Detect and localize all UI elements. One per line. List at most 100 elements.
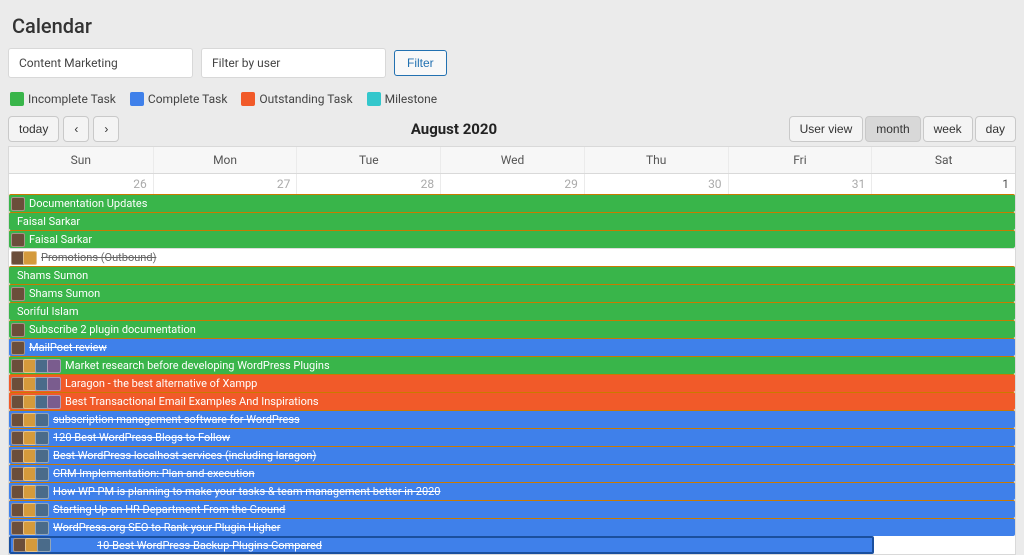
event-bar[interactable]: Promotions (Outbound)	[9, 248, 1015, 266]
avatar	[35, 449, 49, 463]
avatar-stack	[11, 485, 47, 499]
legend-label-complete: Complete Task	[148, 92, 228, 106]
avatar	[37, 538, 51, 552]
prev-button[interactable]: ‹	[63, 116, 89, 142]
avatar-stack	[11, 251, 35, 265]
avatar-stack	[11, 503, 47, 517]
event-bar[interactable]: Best Transactional Email Examples And In…	[9, 392, 1015, 410]
page-title: Calendar	[12, 14, 1016, 38]
event-label: Shams Sumon	[25, 287, 100, 300]
date-cell[interactable]: 26	[9, 174, 153, 194]
avatar	[11, 341, 25, 355]
event-bar[interactable]: Documentation Updates	[9, 194, 1015, 212]
avatar	[35, 521, 49, 535]
date-cell[interactable]: 29	[440, 174, 584, 194]
avatar-stack	[11, 377, 59, 391]
event-bar[interactable]: Laragon - the best alternative of Xampp	[9, 374, 1015, 392]
event-label: Documentation Updates	[25, 197, 147, 210]
event-bar[interactable]: 120 Best WordPress Blogs to Follow	[9, 428, 1015, 446]
period-label: August 2020	[119, 120, 788, 138]
week-view-button[interactable]: week	[923, 116, 973, 142]
event-bar[interactable]: Faisal Sarkar	[9, 212, 1015, 230]
weekday-header: Fri	[728, 147, 872, 173]
event-label: 10 Best WordPress Backup Plugins Compare…	[51, 539, 322, 552]
date-cell[interactable]: 31	[728, 174, 872, 194]
avatar	[47, 359, 61, 373]
event-bar[interactable]: Faisal Sarkar	[9, 230, 1015, 248]
avatar	[47, 377, 61, 391]
avatar-stack	[11, 467, 47, 481]
avatar	[47, 395, 61, 409]
event-label: 120 Best WordPress Blogs to Follow	[49, 431, 230, 444]
event-bar[interactable]: Market research before developing WordPr…	[9, 356, 1015, 374]
user-view-button[interactable]: User view	[789, 116, 864, 142]
weekday-header: Mon	[153, 147, 297, 173]
next-button[interactable]: ›	[93, 116, 119, 142]
avatar-stack	[13, 538, 49, 552]
weekday-header: Sun	[9, 147, 153, 173]
event-label: Starting Up an HR Department From the Gr…	[49, 503, 285, 516]
weekday-header: Thu	[584, 147, 728, 173]
event-bar[interactable]: Soriful Islam	[9, 302, 1015, 320]
avatar-stack	[11, 449, 47, 463]
legend-swatch-milestone	[367, 92, 381, 106]
weekday-header: Tue	[296, 147, 440, 173]
event-label: Best WordPress localhost services (inclu…	[49, 449, 316, 462]
avatar-stack	[11, 521, 47, 535]
event-label: Promotions (Outbound)	[37, 251, 156, 264]
day-view-button[interactable]: day	[975, 116, 1016, 142]
avatar	[11, 233, 25, 247]
event-bar[interactable]: Best WordPress localhost services (inclu…	[9, 446, 1015, 464]
avatar	[11, 323, 25, 337]
event-bar[interactable]: CRM Implementation: Plan and execution	[9, 464, 1015, 482]
event-bar[interactable]: Shams Sumon	[9, 266, 1015, 284]
event-bar[interactable]: subscription management software for Wor…	[9, 410, 1015, 428]
event-label: Shams Sumon	[13, 269, 88, 282]
avatar	[35, 485, 49, 499]
avatar-stack	[11, 341, 23, 355]
weekday-header: Wed	[440, 147, 584, 173]
legend-label-milestone: Milestone	[385, 92, 438, 106]
date-cell[interactable]: 27	[153, 174, 297, 194]
legend-swatch-incomplete	[10, 92, 24, 106]
event-bar[interactable]: Shams Sumon	[9, 284, 1015, 302]
event-bar[interactable]: 10 Best WordPress Backup Plugins Compare…	[9, 536, 874, 554]
event-label: Market research before developing WordPr…	[61, 359, 330, 372]
avatar-stack	[11, 287, 23, 301]
event-bar[interactable]: MailPoet review	[9, 338, 1015, 356]
event-bar[interactable]: Subscribe 2 plugin documentation	[9, 320, 1015, 338]
calendar-toolbar: today ‹ › August 2020 User view month we…	[8, 116, 1016, 142]
date-cell[interactable]: 1	[871, 174, 1015, 194]
event-label: How WP PM is planning to make your tasks…	[49, 485, 441, 498]
event-label: Faisal Sarkar	[25, 233, 92, 246]
event-label: Laragon - the best alternative of Xampp	[61, 377, 257, 390]
avatar	[23, 251, 37, 265]
event-label: MailPoet review	[25, 341, 107, 354]
date-cell[interactable]: 28	[296, 174, 440, 194]
avatar-stack	[11, 197, 23, 211]
legend: Incomplete Task Complete Task Outstandin…	[10, 92, 1016, 106]
event-label: Faisal Sarkar	[13, 215, 80, 228]
project-select[interactable]: Content Marketing	[8, 48, 193, 78]
month-view-button[interactable]: month	[865, 116, 920, 142]
legend-swatch-complete	[130, 92, 144, 106]
event-label: WordPress.org SEO to Rank your Plugin Hi…	[49, 521, 280, 534]
event-bar[interactable]: How WP PM is planning to make your tasks…	[9, 482, 1015, 500]
weekday-header: Sat	[871, 147, 1015, 173]
avatar	[11, 287, 25, 301]
filter-button[interactable]: Filter	[394, 50, 447, 76]
avatar-stack	[11, 431, 47, 445]
event-bar[interactable]: Starting Up an HR Department From the Gr…	[9, 500, 1015, 518]
user-select[interactable]: Filter by user	[201, 48, 386, 78]
avatar-stack	[11, 359, 59, 373]
date-cell[interactable]: 30	[584, 174, 728, 194]
legend-label-incomplete: Incomplete Task	[28, 92, 116, 106]
event-label: CRM Implementation: Plan and execution	[49, 467, 255, 480]
legend-swatch-outstanding	[241, 92, 255, 106]
avatar	[35, 431, 49, 445]
event-label: Subscribe 2 plugin documentation	[25, 323, 196, 336]
legend-label-outstanding: Outstanding Task	[259, 92, 352, 106]
calendar-grid: SunMonTueWedThuFriSat 2627282930311 Docu…	[8, 146, 1016, 555]
avatar	[11, 197, 25, 211]
today-button[interactable]: today	[8, 116, 59, 142]
